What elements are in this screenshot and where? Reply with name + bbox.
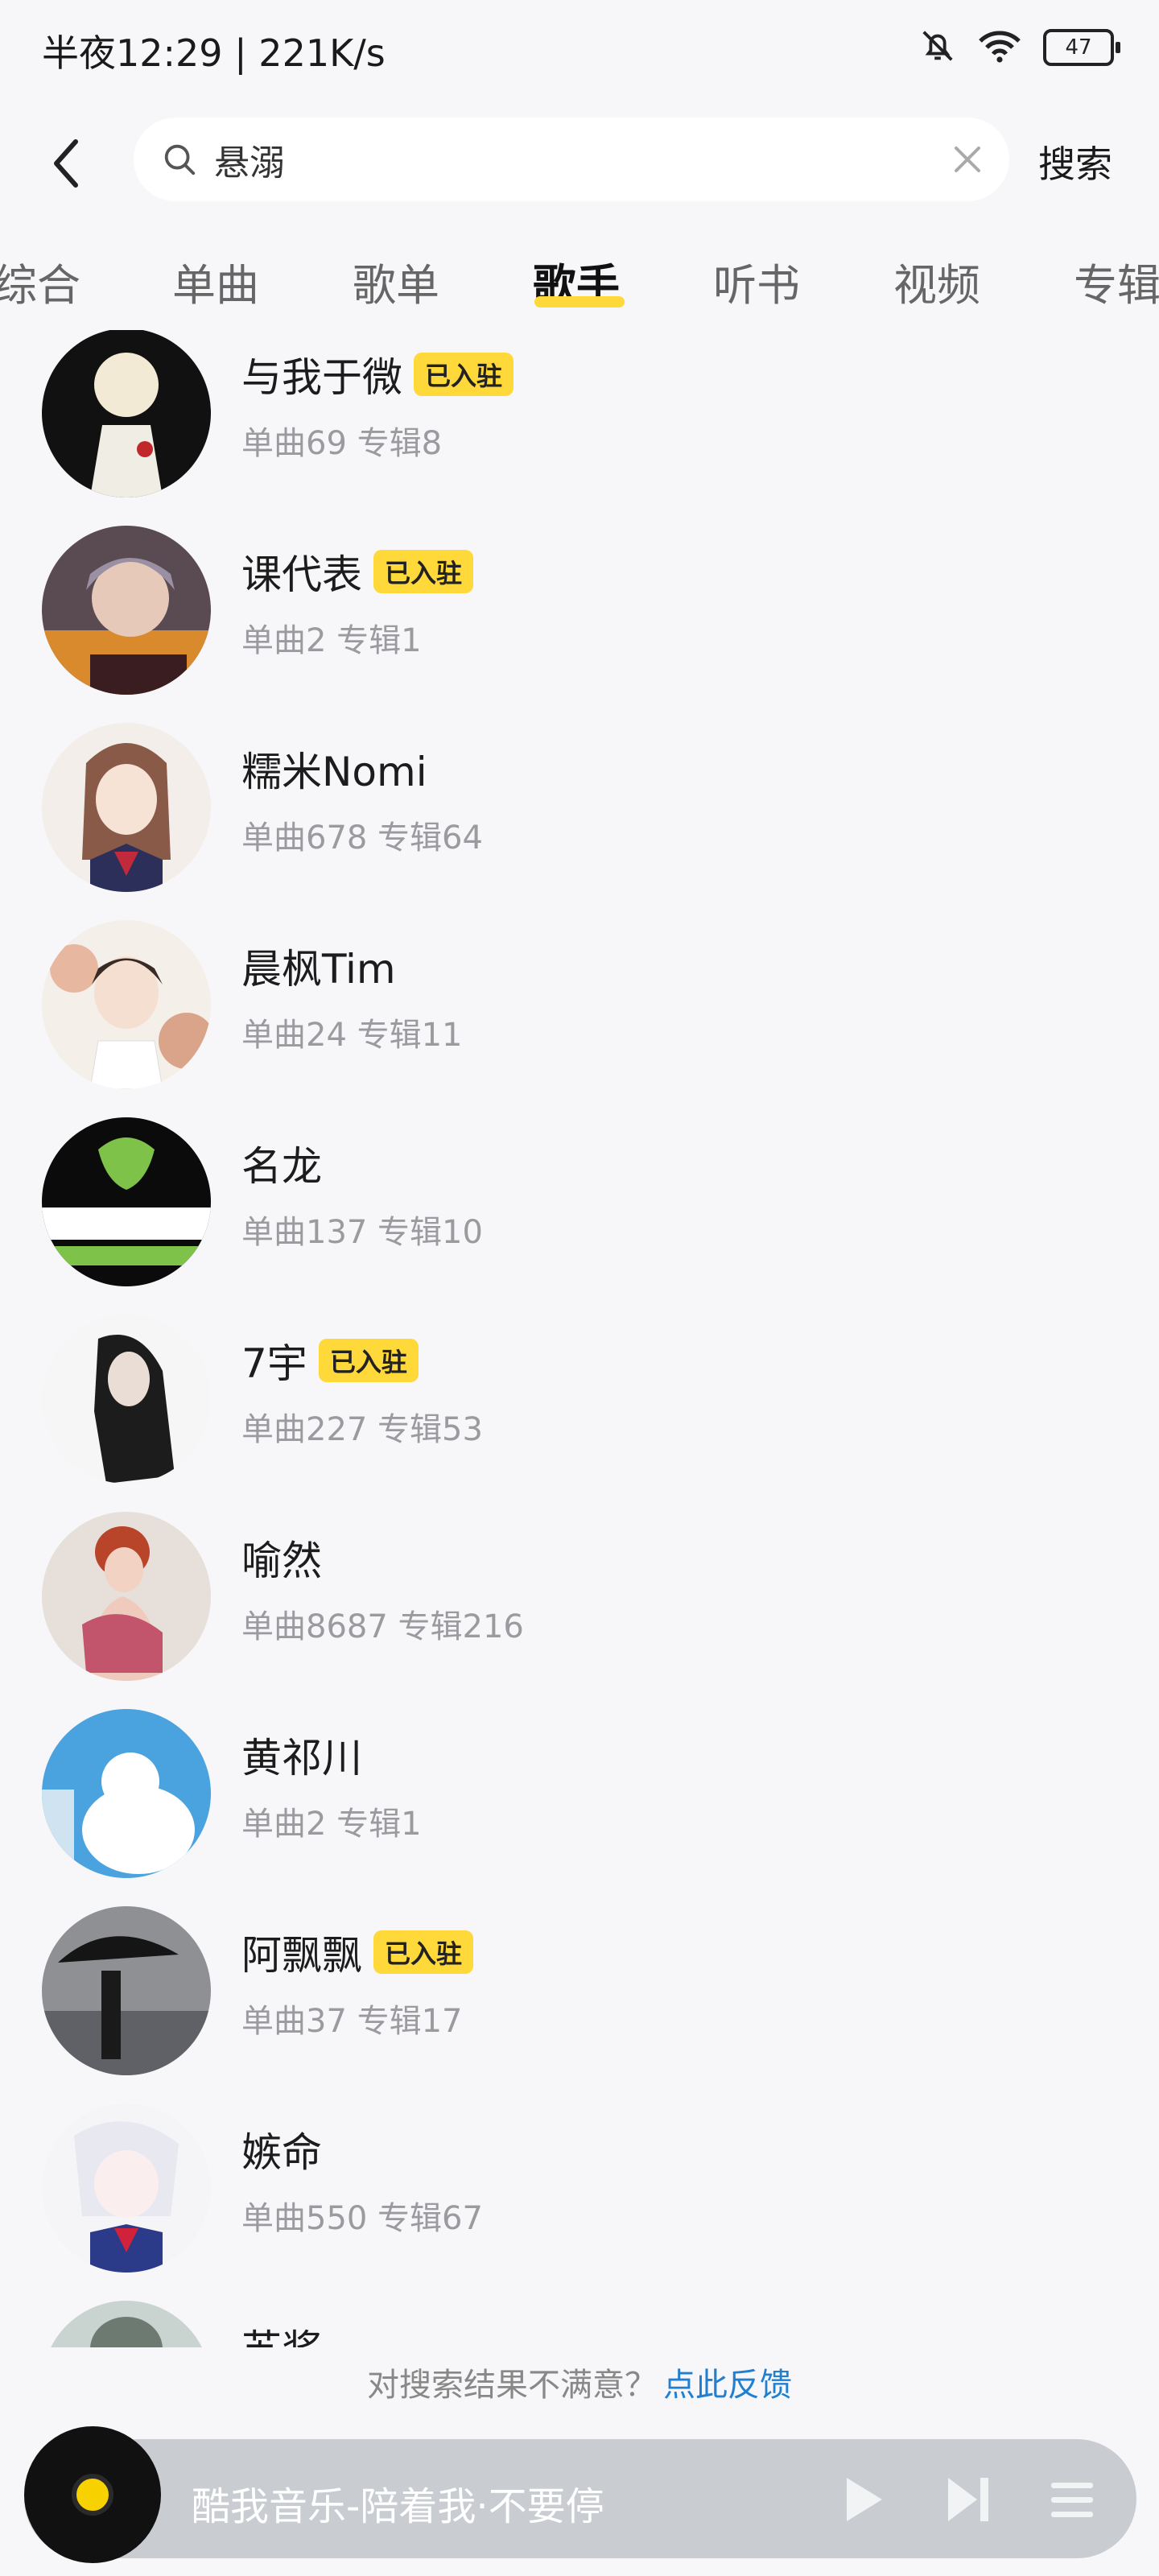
artist-row[interactable]: 苏浆 <box>0 2301 1159 2347</box>
artist-name: 阿飘飘 <box>241 1932 362 1979</box>
artist-name: 7宇 <box>241 1340 307 1387</box>
artist-stats: 单曲24 专辑11 <box>241 1017 463 1054</box>
verified-badge: 已入驻 <box>373 550 474 593</box>
tab-audiobooks[interactable]: 听书 <box>713 250 800 313</box>
artist-name: 嫉命 <box>241 2129 322 2176</box>
clear-search-button[interactable] <box>948 140 987 179</box>
avatar <box>42 330 211 497</box>
artist-row[interactable]: 课代表 已入驻 单曲2 专辑1 <box>0 526 1159 723</box>
artist-stats: 单曲37 专辑17 <box>241 2003 463 2040</box>
status-bar: 半夜12:29 | 221K/s 47 <box>0 0 1159 105</box>
artist-name: 与我于微 <box>241 354 402 401</box>
mini-player[interactable]: 酷我音乐-陪着我·不要停 <box>24 2426 1136 2563</box>
artist-stats: 单曲678 专辑64 <box>241 819 483 857</box>
avatar <box>42 526 211 695</box>
status-icons: 47 <box>919 27 1120 68</box>
wifi-icon <box>977 27 1022 68</box>
skip-next-icon <box>948 2478 988 2521</box>
artist-name: 黄祁川 <box>241 1735 362 1781</box>
search-header: 悬溺 搜索 <box>0 105 1159 217</box>
verified-badge: 已入驻 <box>414 353 514 396</box>
artist-row[interactable]: 喻然 单曲8687 专辑216 <box>0 1512 1159 1709</box>
status-time-speed: 半夜12:29 | 221K/s <box>42 31 386 75</box>
player-title: 酷我音乐-陪着我·不要停 <box>192 2484 604 2529</box>
artist-stats: 单曲2 专辑1 <box>241 622 422 659</box>
avatar <box>42 1709 211 1878</box>
artist-row[interactable]: 7宇 已入驻 单曲227 专辑53 <box>0 1315 1159 1512</box>
feedback-link[interactable]: 点此反馈 <box>663 2367 792 2404</box>
artist-name: 课代表 <box>241 551 362 598</box>
artist-list: 与我于微 已入驻 单曲69 专辑8 课代表 已入驻 单曲2 专辑1 糯米Nomi… <box>0 330 1159 2347</box>
verified-badge: 已入驻 <box>373 1930 474 1974</box>
tab-songs[interactable]: 单曲 <box>172 250 259 313</box>
avatar <box>42 1512 211 1681</box>
artist-name: 晨枫Tim <box>241 946 396 993</box>
avatar <box>42 2301 211 2347</box>
album-disc-icon[interactable] <box>24 2426 161 2563</box>
search-icon <box>164 144 196 175</box>
artist-row[interactable]: 糯米Nomi 单曲678 专辑64 <box>0 723 1159 920</box>
tab-videos[interactable]: 视频 <box>893 250 980 313</box>
artist-stats: 单曲550 专辑67 <box>241 2200 483 2237</box>
artist-stats: 单曲8687 专辑216 <box>241 1608 524 1645</box>
active-tab-indicator <box>534 296 625 308</box>
avatar <box>42 920 211 1089</box>
artist-name: 喻然 <box>241 1538 322 1584</box>
tab-albums[interactable]: 专辑 <box>1074 250 1159 313</box>
artist-stats: 单曲69 专辑8 <box>241 425 443 462</box>
back-button[interactable] <box>43 135 92 192</box>
avatar <box>42 1315 211 1484</box>
artist-name: 糯米Nomi <box>241 749 427 795</box>
artist-stats: 单曲137 专辑10 <box>241 1214 483 1251</box>
play-button[interactable] <box>837 2471 889 2531</box>
search-input[interactable]: 悬溺 <box>134 118 1009 201</box>
artist-row[interactable]: 晨枫Tim 单曲24 专辑11 <box>0 920 1159 1117</box>
artist-row[interactable]: 与我于微 已入驻 单曲69 专辑8 <box>0 330 1159 526</box>
avatar <box>42 1117 211 1286</box>
artist-stats: 单曲2 专辑1 <box>241 1806 422 1843</box>
chevron-left-icon <box>54 139 78 188</box>
next-button[interactable] <box>942 2471 993 2531</box>
close-icon <box>955 147 980 172</box>
search-query-text: 悬溺 <box>214 142 285 184</box>
search-button[interactable]: 搜索 <box>1038 135 1112 188</box>
artist-row[interactable]: 嫉命 单曲550 专辑67 <box>0 2103 1159 2301</box>
artist-stats: 单曲227 专辑53 <box>241 1411 483 1448</box>
feedback-line: 对搜索结果不满意？ 点此反馈 <box>0 2359 1159 2405</box>
artist-row[interactable]: 黄祁川 单曲2 专辑1 <box>0 1709 1159 1906</box>
mute-bell-icon <box>919 27 956 68</box>
artist-row[interactable]: 名龙 单曲137 专辑10 <box>0 1117 1159 1315</box>
tab-playlists[interactable]: 歌单 <box>353 250 439 313</box>
result-tabs: 综合 单曲 歌单 歌手 听书 视频 专辑 <box>0 225 1159 330</box>
playlist-icon <box>1051 2483 1093 2517</box>
tab-comprehensive[interactable]: 综合 <box>0 250 80 313</box>
artist-name: 苏浆 <box>241 2318 322 2347</box>
play-icon <box>847 2478 882 2521</box>
artist-name: 名龙 <box>241 1143 322 1190</box>
avatar <box>42 2103 211 2273</box>
feedback-text: 对搜索结果不满意？ <box>367 2367 657 2404</box>
avatar <box>42 723 211 892</box>
avatar <box>42 1906 211 2075</box>
playlist-button[interactable] <box>1046 2471 1098 2531</box>
battery-icon: 47 <box>1043 29 1120 66</box>
artist-row[interactable]: 阿飘飘 已入驻 单曲37 专辑17 <box>0 1906 1159 2103</box>
verified-badge: 已入驻 <box>318 1339 419 1382</box>
